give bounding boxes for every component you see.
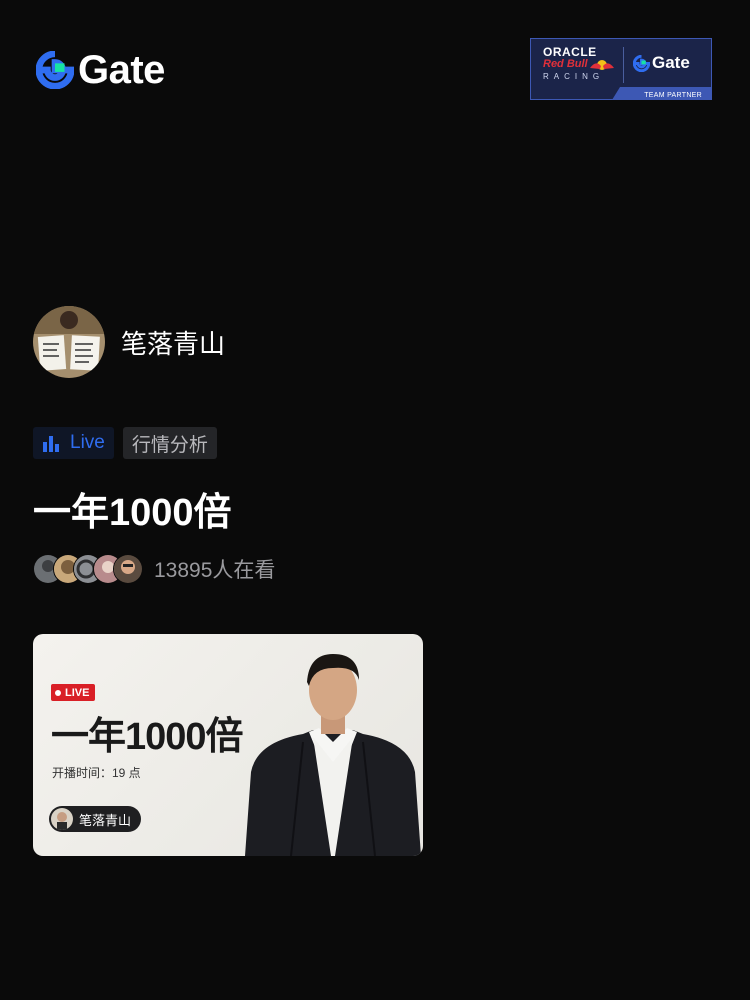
partner-badge: ORACLE Red Bull RACING Gate TEAM PARTNER (530, 38, 712, 100)
streamer-name[interactable]: 笔落青山 (121, 324, 225, 361)
avatar (113, 554, 143, 584)
racing-text: RACING (543, 72, 605, 81)
redbull-text: Red Bull (543, 58, 588, 70)
tag-row: Live 行情分析 (33, 427, 217, 459)
viewer-count: 13895人在看 (154, 559, 276, 582)
thumbnail-title: 一年1000倍 (51, 716, 244, 758)
gate-logo-text: Gate (78, 48, 165, 92)
stream-title: 一年1000倍 (33, 492, 232, 534)
team-partner-text: TEAM PARTNER (644, 92, 702, 99)
bar-chart-icon (43, 436, 59, 452)
partner-gate-text: Gate (652, 53, 690, 72)
live-tag-label: Live (70, 432, 105, 453)
live-badge-label: LIVE (65, 686, 90, 699)
viewer-row: 13895人在看 (33, 554, 275, 584)
gate-logo-icon (36, 51, 74, 89)
gate-logo[interactable]: Gate (36, 50, 165, 90)
live-dot-icon (55, 689, 61, 696)
partner-gate-logo: Gate (633, 53, 690, 73)
partner-divider (623, 47, 624, 83)
thumbnail-host-chip: 笔落青山 (49, 806, 142, 832)
host-avatar (51, 808, 73, 830)
thumbnail-start-time: 开播时间：19 点 (52, 766, 141, 780)
live-badge: LIVE (51, 684, 96, 701)
live-tag[interactable]: Live (33, 427, 114, 459)
team-partner-strip: TEAM PARTNER (530, 87, 712, 100)
streamer-info[interactable]: 笔落青山 (33, 306, 225, 378)
viewer-avatars (33, 554, 143, 584)
bull-icon (590, 60, 614, 70)
category-tag-label: 行情分析 (131, 434, 208, 456)
thumbnail-host-name: 笔落青山 (79, 812, 132, 828)
oracle-text: ORACLE (543, 45, 597, 59)
gate-logo-icon (633, 54, 650, 72)
stream-thumbnail[interactable]: LIVE 一年1000倍 开播时间：19 点 笔落青山 (33, 634, 423, 856)
host-photo (245, 654, 421, 856)
category-tag[interactable]: 行情分析 (122, 427, 217, 459)
streamer-avatar[interactable] (33, 306, 105, 378)
